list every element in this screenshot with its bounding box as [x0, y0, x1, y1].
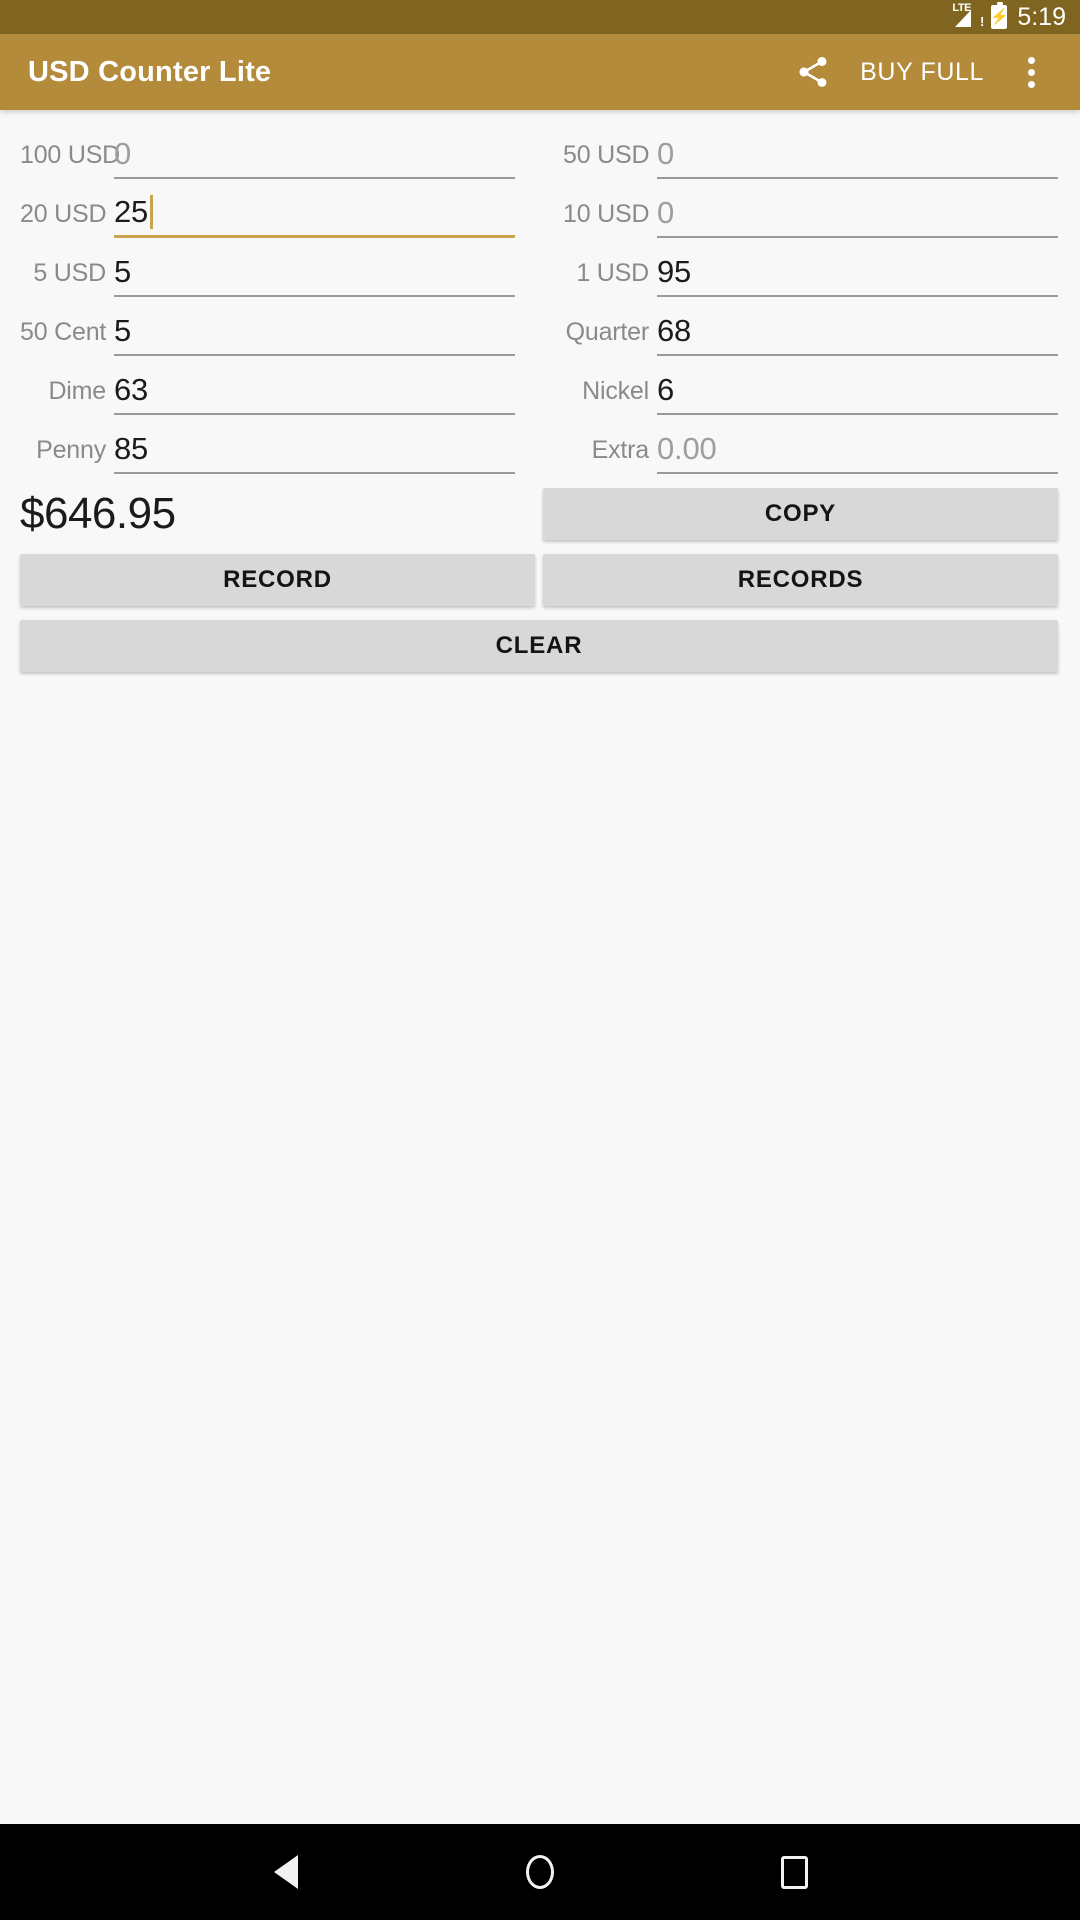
field-dime[interactable]: Dime 63 — [0, 356, 537, 415]
field-label: 100 USD — [20, 141, 121, 169]
field-5-usd[interactable]: 5 USD 5 — [0, 238, 537, 297]
overflow-dots — [1027, 56, 1035, 88]
field-label: 20 USD — [20, 200, 107, 228]
field-label: 50 USD — [563, 141, 650, 169]
field-input-wrap[interactable]: 0 — [114, 129, 515, 179]
app-bar-actions: BUY FULL — [780, 39, 1064, 105]
field-10-usd[interactable]: 10 USD 0 — [543, 179, 1080, 238]
field-input-wrap[interactable]: 0 — [657, 129, 1058, 179]
status-clock: 5:19 — [1017, 2, 1066, 31]
field-input-wrap[interactable]: 95 — [657, 247, 1058, 297]
total-row: $646.95 COPY — [0, 474, 1080, 540]
field-label: Extra — [591, 436, 650, 464]
nav-recents-icon[interactable] — [758, 1836, 830, 1908]
share-icon[interactable] — [780, 39, 846, 105]
signal-bars — [955, 10, 972, 27]
field-label: Dime — [48, 377, 106, 405]
total-amount: $646.95 — [20, 489, 176, 538]
field-value[interactable]: 0 — [657, 196, 674, 230]
field-value[interactable]: 95 — [657, 255, 691, 289]
field-value[interactable]: 6 — [657, 373, 674, 407]
field-label: 1 USD — [576, 259, 649, 287]
field-penny[interactable]: Penny 85 — [0, 415, 537, 474]
android-nav-bar — [0, 1824, 1080, 1920]
field-input-wrap[interactable]: 0.00 — [657, 424, 1058, 474]
phone-screen: LTE ! ⚡ 5:19 USD Counter Lite BUY FULL 1… — [0, 0, 1080, 1920]
nav-back-icon[interactable] — [250, 1836, 322, 1908]
field-input-wrap[interactable]: 5 — [114, 247, 515, 297]
field-20-usd[interactable]: 20 USD 25 — [0, 179, 537, 238]
field-input-wrap[interactable]: 63 — [114, 365, 515, 415]
field-label: Penny — [36, 436, 106, 464]
field-value[interactable]: 5 — [114, 255, 131, 289]
signal-lte-icon: LTE ! — [952, 3, 985, 30]
field-input-wrap[interactable]: 5 — [114, 306, 515, 356]
buy-full-button[interactable]: BUY FULL — [846, 58, 998, 87]
field-input-wrap[interactable]: 85 — [114, 424, 515, 474]
text-cursor — [150, 195, 154, 229]
field-50-usd[interactable]: 50 USD 0 — [543, 120, 1080, 179]
record-button[interactable]: RECORD — [20, 554, 535, 606]
battery-charging-icon: ⚡ — [989, 2, 1009, 29]
field-input-wrap[interactable]: 6 — [657, 365, 1058, 415]
page-title: USD Counter Lite — [28, 55, 272, 88]
copy-button[interactable]: COPY — [543, 488, 1058, 540]
battery-bolt-glyph: ⚡ — [989, 8, 1009, 26]
field-value[interactable]: 25 — [114, 195, 148, 229]
field-input-wrap[interactable]: 0 — [657, 188, 1058, 238]
field-value[interactable]: 68 — [657, 314, 691, 348]
field-label: 50 Cent — [20, 318, 107, 346]
status-icons: LTE ! ⚡ — [952, 2, 1009, 30]
field-value[interactable]: 85 — [114, 432, 148, 466]
field-value[interactable]: 0.00 — [657, 432, 717, 466]
denomination-grid: 100 USD 0 50 USD 0 20 USD 25 10 USD 0 5 … — [0, 120, 1080, 474]
overflow-menu-icon[interactable] — [998, 39, 1064, 105]
field-label: Nickel — [582, 377, 649, 405]
clear-button-row: CLEAR — [0, 606, 1080, 672]
app-bar: USD Counter Lite BUY FULL — [0, 34, 1080, 110]
field-label: 5 USD — [33, 259, 106, 287]
field-label: Quarter — [565, 318, 650, 346]
field-input-wrap[interactable]: 25 — [114, 188, 515, 238]
field-value[interactable]: 63 — [114, 373, 148, 407]
field-nickel[interactable]: Nickel 6 — [543, 356, 1080, 415]
status-bar: LTE ! ⚡ 5:19 — [0, 0, 1080, 34]
field-quarter[interactable]: Quarter 68 — [543, 297, 1080, 356]
field-extra[interactable]: Extra 0.00 — [543, 415, 1080, 474]
field-label: 10 USD — [563, 200, 650, 228]
nav-home-icon[interactable] — [504, 1836, 576, 1908]
field-input-wrap[interactable]: 68 — [657, 306, 1058, 356]
records-button[interactable]: RECORDS — [543, 554, 1058, 606]
signal-alert-label: ! — [979, 14, 985, 29]
field-100-usd[interactable]: 100 USD 0 — [0, 120, 537, 179]
record-button-row: RECORD RECORDS — [0, 540, 1080, 606]
field-50-cent[interactable]: 50 Cent 5 — [0, 297, 537, 356]
clear-button[interactable]: CLEAR — [20, 620, 1058, 672]
field-value[interactable]: 5 — [114, 314, 131, 348]
field-1-usd[interactable]: 1 USD 95 — [543, 238, 1080, 297]
main-content: 100 USD 0 50 USD 0 20 USD 25 10 USD 0 5 … — [0, 110, 1080, 1824]
field-value[interactable]: 0 — [114, 137, 131, 171]
field-value[interactable]: 0 — [657, 137, 674, 171]
